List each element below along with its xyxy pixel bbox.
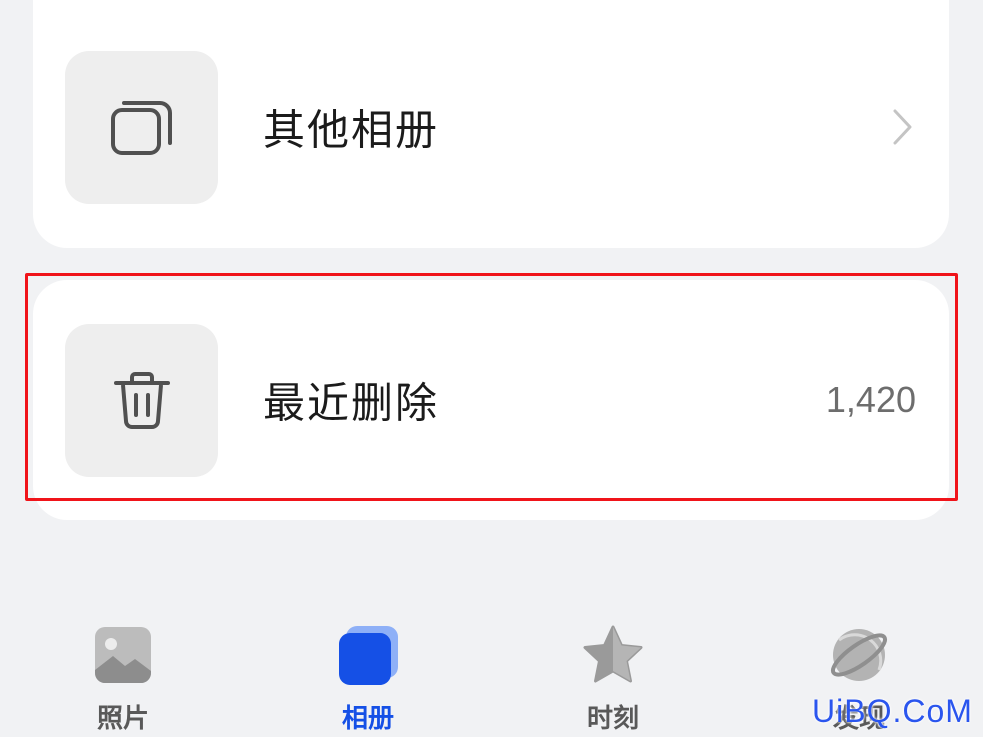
recently-deleted-count: 1,420 — [825, 379, 916, 420]
tab-photos[interactable]: 照片 — [43, 605, 203, 737]
recently-deleted-thumbnail — [65, 324, 218, 477]
planet-icon — [830, 629, 888, 681]
other-albums-row[interactable]: 其他相册 — [33, 51, 949, 204]
recently-deleted-row[interactable]: 最近删除 1,420 — [33, 324, 949, 477]
stacked-squares-icon — [110, 100, 172, 155]
other-albums-card: 其他相册 — [33, 0, 949, 248]
recently-deleted-label: 最近删除 — [263, 378, 440, 428]
album-icon — [339, 626, 398, 685]
trash-icon — [113, 371, 170, 429]
other-albums-thumbnail — [65, 51, 218, 204]
other-albums-label: 其他相册 — [263, 105, 440, 155]
photo-icon — [95, 627, 151, 683]
tab-label-moments: 时刻 — [586, 704, 639, 734]
chevron-right-icon — [893, 109, 912, 145]
tab-label-photos: 照片 — [96, 704, 149, 734]
star-icon — [583, 625, 643, 683]
recently-deleted-card: 最近删除 1,420 — [33, 280, 949, 520]
tab-moments[interactable]: 时刻 — [533, 605, 693, 737]
tab-albums[interactable]: 相册 — [288, 605, 448, 737]
tab-label-albums: 相册 — [341, 704, 394, 734]
watermark: UiBQ.CoM — [812, 693, 973, 729]
